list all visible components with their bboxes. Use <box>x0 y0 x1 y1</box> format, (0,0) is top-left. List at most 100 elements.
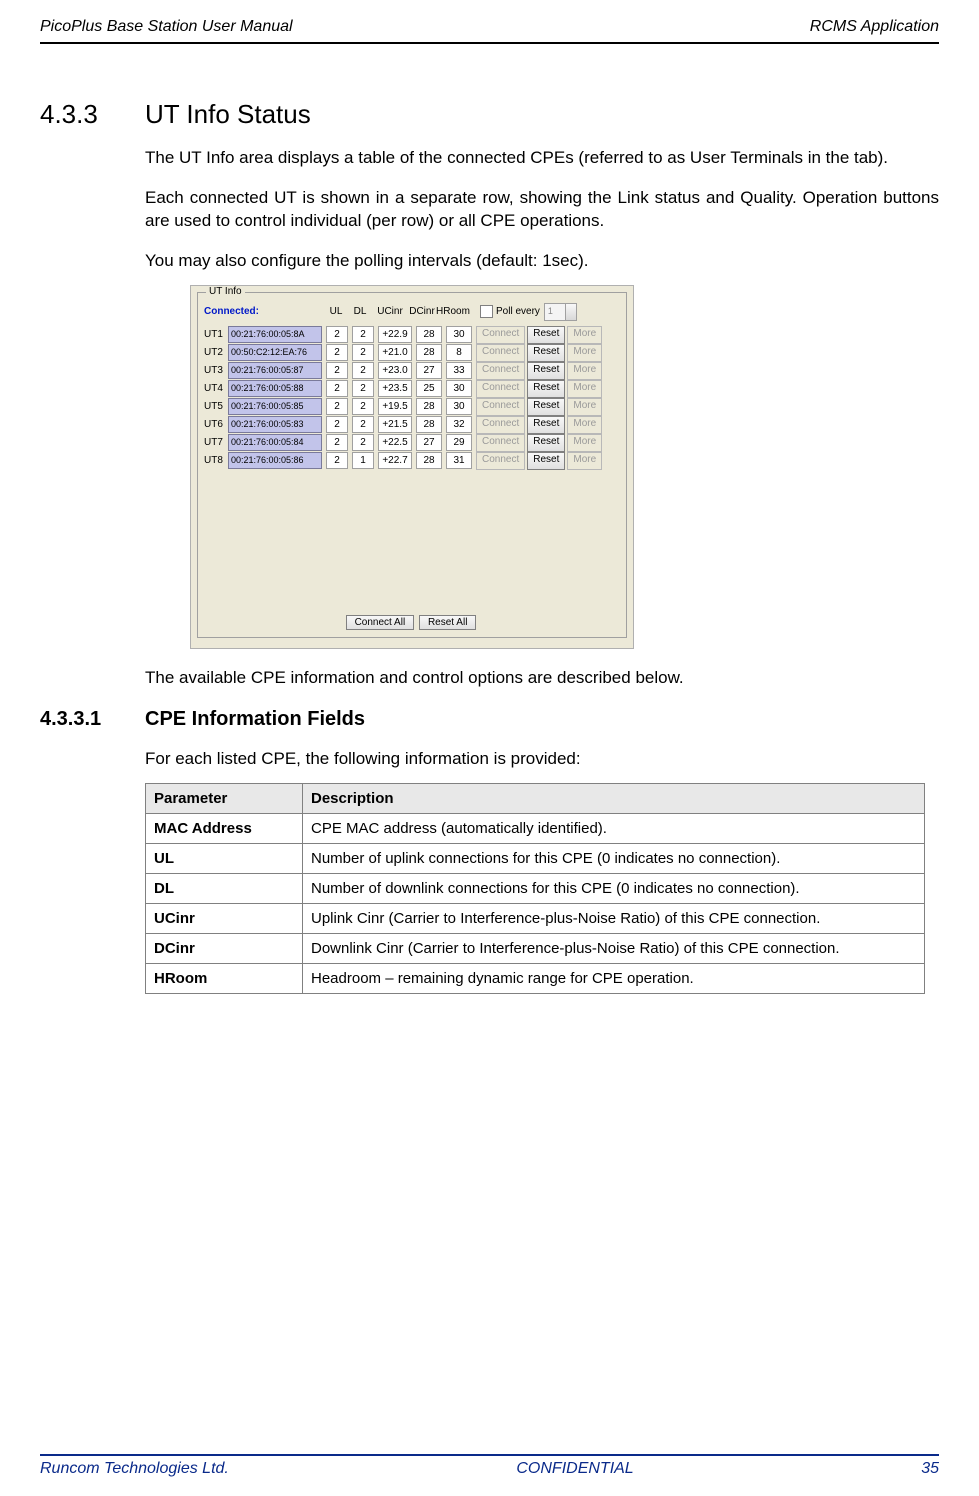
footer-right: 35 <box>921 1460 939 1478</box>
ut-id: UT1 <box>204 329 228 340</box>
mac-field[interactable]: 00:21:76:00:05:87 <box>228 362 322 379</box>
dcinr-value: 27 <box>416 362 442 379</box>
hroom-value: 32 <box>446 416 472 433</box>
poll-label: Poll every <box>496 306 540 317</box>
ut-id: UT3 <box>204 365 228 376</box>
more-button[interactable]: More <box>567 398 602 416</box>
col-ul: UL <box>324 306 348 317</box>
footer-left: Runcom Technologies Ltd. <box>40 1460 229 1478</box>
ut-row: UT600:21:76:00:05:8322+21.52832ConnectRe… <box>204 417 620 433</box>
ul-value: 2 <box>326 452 348 469</box>
paragraph: The UT Info area displays a table of the… <box>145 147 939 170</box>
more-button[interactable]: More <box>567 362 602 380</box>
more-button[interactable]: More <box>567 326 602 344</box>
connect-button[interactable]: Connect <box>476 326 525 344</box>
connect-button[interactable]: Connect <box>476 398 525 416</box>
ut-row: UT700:21:76:00:05:8422+22.52729ConnectRe… <box>204 435 620 451</box>
ucinr-value: +23.5 <box>378 380 412 397</box>
dl-value: 2 <box>352 326 374 343</box>
mac-field[interactable]: 00:21:76:00:05:8A <box>228 326 322 343</box>
poll-checkbox[interactable] <box>480 305 493 318</box>
param-desc: CPE MAC address (automatically identifie… <box>303 813 925 843</box>
connect-button[interactable]: Connect <box>476 452 525 470</box>
ucinr-value: +22.5 <box>378 434 412 451</box>
bottom-button-bar: Connect All Reset All <box>198 615 626 631</box>
reset-button[interactable]: Reset <box>527 362 565 380</box>
mac-field[interactable]: 00:21:76:00:05:88 <box>228 380 322 397</box>
subsection-number: 4.3.3.1 <box>40 708 145 731</box>
connect-button[interactable]: Connect <box>476 362 525 380</box>
reset-all-button[interactable]: Reset All <box>419 615 476 630</box>
connect-button[interactable]: Connect <box>476 434 525 452</box>
paragraph: For each listed CPE, the following infor… <box>145 748 939 771</box>
reset-button[interactable]: Reset <box>527 416 565 434</box>
dcinr-value: 25 <box>416 380 442 397</box>
hroom-value: 31 <box>446 452 472 469</box>
col-ucinr: UCinr <box>372 306 408 317</box>
table-row: UCinrUplink Cinr (Carrier to Interferenc… <box>146 903 925 933</box>
ut-id: UT7 <box>204 437 228 448</box>
connect-button[interactable]: Connect <box>476 416 525 434</box>
more-button[interactable]: More <box>567 380 602 398</box>
ut-row: UT500:21:76:00:05:8522+19.52830ConnectRe… <box>204 399 620 415</box>
param-name: DCinr <box>146 933 303 963</box>
paragraph: Each connected UT is shown in a separate… <box>145 187 939 233</box>
reset-button[interactable]: Reset <box>527 434 565 452</box>
ucinr-value: +23.0 <box>378 362 412 379</box>
hroom-value: 8 <box>446 344 472 361</box>
param-name: MAC Address <box>146 813 303 843</box>
param-desc: Downlink Cinr (Carrier to Interference-p… <box>303 933 925 963</box>
ut-row: UT200:50:C2:12:EA:7622+21.0288ConnectRes… <box>204 345 620 361</box>
dcinr-value: 27 <box>416 434 442 451</box>
reset-button[interactable]: Reset <box>527 452 565 470</box>
dl-value: 2 <box>352 362 374 379</box>
dl-value: 2 <box>352 380 374 397</box>
ut-id: UT5 <box>204 401 228 412</box>
ul-value: 2 <box>326 380 348 397</box>
mac-field[interactable]: 00:21:76:00:05:85 <box>228 398 322 415</box>
reset-button[interactable]: Reset <box>527 326 565 344</box>
page-header: PicoPlus Base Station User Manual RCMS A… <box>40 18 939 40</box>
ul-value: 2 <box>326 326 348 343</box>
ut-row: UT400:21:76:00:05:8822+23.52530ConnectRe… <box>204 381 620 397</box>
ucinr-value: +19.5 <box>378 398 412 415</box>
connect-button[interactable]: Connect <box>476 380 525 398</box>
table-row: DCinrDownlink Cinr (Carrier to Interfere… <box>146 933 925 963</box>
header-left: PicoPlus Base Station User Manual <box>40 18 293 36</box>
table-row: MAC Address CPE MAC address (automatical… <box>146 813 925 843</box>
mac-field[interactable]: 00:21:76:00:05:84 <box>228 434 322 451</box>
dl-value: 2 <box>352 416 374 433</box>
mac-field[interactable]: 00:50:C2:12:EA:76 <box>228 344 322 361</box>
reset-button[interactable]: Reset <box>527 344 565 362</box>
th-parameter: Parameter <box>146 783 303 813</box>
connect-button[interactable]: Connect <box>476 344 525 362</box>
param-name: UL <box>146 843 303 873</box>
more-button[interactable]: More <box>567 434 602 452</box>
more-button[interactable]: More <box>567 344 602 362</box>
mac-field[interactable]: 00:21:76:00:05:86 <box>228 452 322 469</box>
col-dl: DL <box>348 306 372 317</box>
more-button[interactable]: More <box>567 452 602 470</box>
dcinr-value: 28 <box>416 326 442 343</box>
ul-value: 2 <box>326 416 348 433</box>
ul-value: 2 <box>326 398 348 415</box>
header-rule <box>40 42 939 44</box>
poll-spinner[interactable]: 1 <box>544 303 577 321</box>
reset-button[interactable]: Reset <box>527 398 565 416</box>
more-button[interactable]: More <box>567 416 602 434</box>
param-desc: Uplink Cinr (Carrier to Interference-plu… <box>303 903 925 933</box>
table-row: DLNumber of downlink connections for thi… <box>146 873 925 903</box>
subsection-title: CPE Information Fields <box>145 708 365 731</box>
param-desc: Headroom – remaining dynamic range for C… <box>303 963 925 993</box>
ul-value: 2 <box>326 344 348 361</box>
connected-label: Connected: <box>204 306 300 317</box>
ut-id: UT6 <box>204 419 228 430</box>
subsection-heading: 4.3.3.1 CPE Information Fields <box>40 708 939 731</box>
mac-field[interactable]: 00:21:76:00:05:83 <box>228 416 322 433</box>
connect-all-button[interactable]: Connect All <box>346 615 415 630</box>
reset-button[interactable]: Reset <box>527 380 565 398</box>
ut-row: UT300:21:76:00:05:8722+23.02733ConnectRe… <box>204 363 620 379</box>
col-dcinr: DCinr <box>408 306 436 317</box>
section-heading: 4.3.3 UT Info Status <box>40 99 939 130</box>
section-title: UT Info Status <box>145 99 311 130</box>
